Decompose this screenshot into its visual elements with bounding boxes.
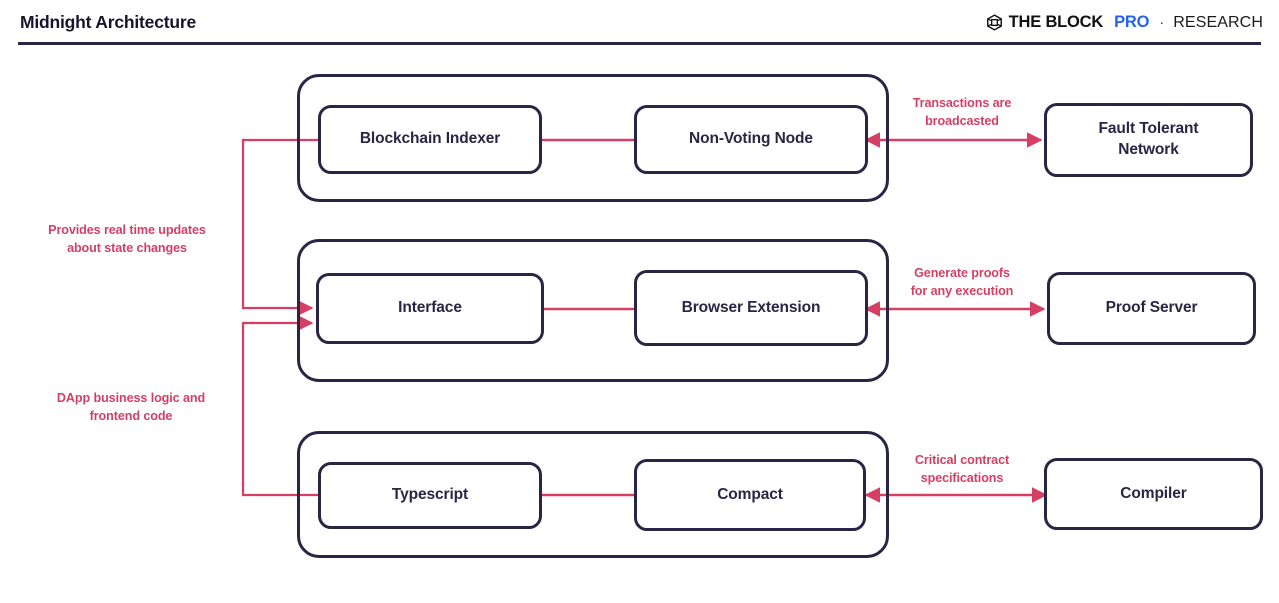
label-critical-contract-specs: Critical contract specifications: [882, 451, 1042, 488]
node-fault-tolerant-network-line1: Fault Tolerant: [1098, 120, 1199, 138]
label-dapp-business-logic: DApp business logic and frontend code: [22, 389, 240, 426]
label-generate-proofs-line1: Generate proofs: [914, 266, 1010, 280]
node-compiler[interactable]: Compiler: [1044, 458, 1263, 530]
node-blockchain-indexer[interactable]: Blockchain Indexer: [318, 105, 542, 174]
node-fault-tolerant-network[interactable]: Fault Tolerant Network: [1044, 103, 1253, 177]
label-dapp-business-logic-line1: DApp business logic and: [56, 391, 206, 405]
node-blockchain-indexer-label: Blockchain Indexer: [359, 130, 501, 148]
node-fault-tolerant-network-label: Fault Tolerant Network: [1099, 119, 1199, 161]
node-proof-server-label: Proof Server: [1105, 299, 1198, 317]
label-critical-contract-specs-line1: Critical contract: [914, 453, 1010, 467]
label-realtime-updates: Provides real time updates about state c…: [14, 221, 240, 258]
label-realtime-updates-line2: about state changes: [67, 241, 187, 256]
node-compact[interactable]: Compact: [634, 459, 866, 531]
node-typescript-label: Typescript: [391, 486, 469, 504]
node-non-voting-node[interactable]: Non-Voting Node: [634, 105, 868, 174]
node-compact-label: Compact: [717, 485, 783, 503]
node-browser-extension[interactable]: Browser Extension: [634, 270, 868, 346]
architecture-diagram: Blockchain Indexer Non-Voting Node Inter…: [0, 0, 1279, 603]
node-non-voting-node-label: Non-Voting Node: [689, 130, 813, 148]
node-fault-tolerant-network-line2: Network: [1118, 141, 1179, 158]
label-realtime-updates-line1: Provides real time updates: [48, 223, 206, 237]
node-interface[interactable]: Interface: [316, 273, 544, 344]
label-dapp-business-logic-line2: frontend code: [89, 409, 173, 424]
node-typescript[interactable]: Typescript: [318, 462, 542, 529]
label-transactions-broadcasted-line2: broadcasted: [925, 114, 999, 129]
node-interface-label: Interface: [398, 299, 462, 317]
label-generate-proofs-line2: for any execution: [910, 284, 1014, 299]
node-browser-extension-label: Browser Extension: [681, 298, 821, 316]
label-transactions-broadcasted-line1: Transactions are: [912, 96, 1012, 110]
label-critical-contract-specs-line2: specifications: [920, 471, 1004, 486]
label-generate-proofs: Generate proofs for any execution: [882, 264, 1042, 301]
node-compiler-label: Compiler: [1120, 484, 1187, 502]
label-transactions-broadcasted: Transactions are broadcasted: [882, 94, 1042, 131]
node-proof-server[interactable]: Proof Server: [1047, 272, 1256, 345]
